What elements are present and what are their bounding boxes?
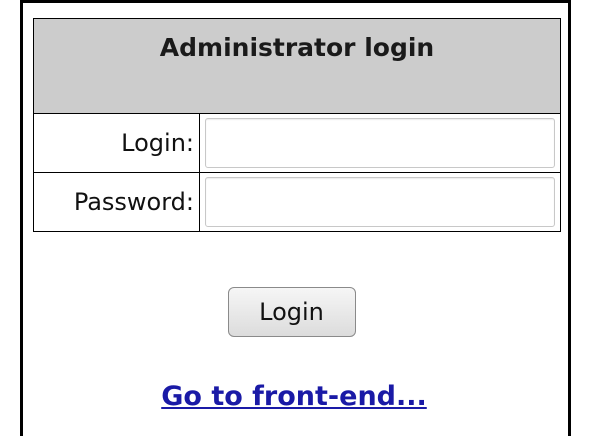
login-button[interactable]: Login — [227, 287, 356, 337]
password-label-cell: Password: — [33, 172, 200, 232]
go-to-front-end-link[interactable]: Go to front-end... — [161, 381, 427, 412]
login-label: Login: — [121, 129, 194, 157]
submit-area: Login — [23, 287, 568, 337]
password-label: Password: — [73, 188, 194, 216]
form-title: Administrator login — [159, 33, 435, 62]
login-form-table: Administrator login Login: Password: — [33, 18, 561, 232]
login-row: Login: — [33, 113, 561, 173]
login-input[interactable] — [205, 118, 555, 168]
login-header-cell: Administrator login — [33, 18, 561, 114]
password-input[interactable] — [205, 177, 555, 227]
front-end-link-area: Go to front-end... — [23, 381, 568, 412]
login-input-cell — [199, 113, 561, 173]
login-panel: Administrator login Login: Password: Log… — [20, 0, 571, 436]
password-row: Password: — [33, 172, 561, 232]
password-input-cell — [199, 172, 561, 232]
login-label-cell: Login: — [33, 113, 200, 173]
login-header-row: Administrator login — [33, 18, 561, 114]
